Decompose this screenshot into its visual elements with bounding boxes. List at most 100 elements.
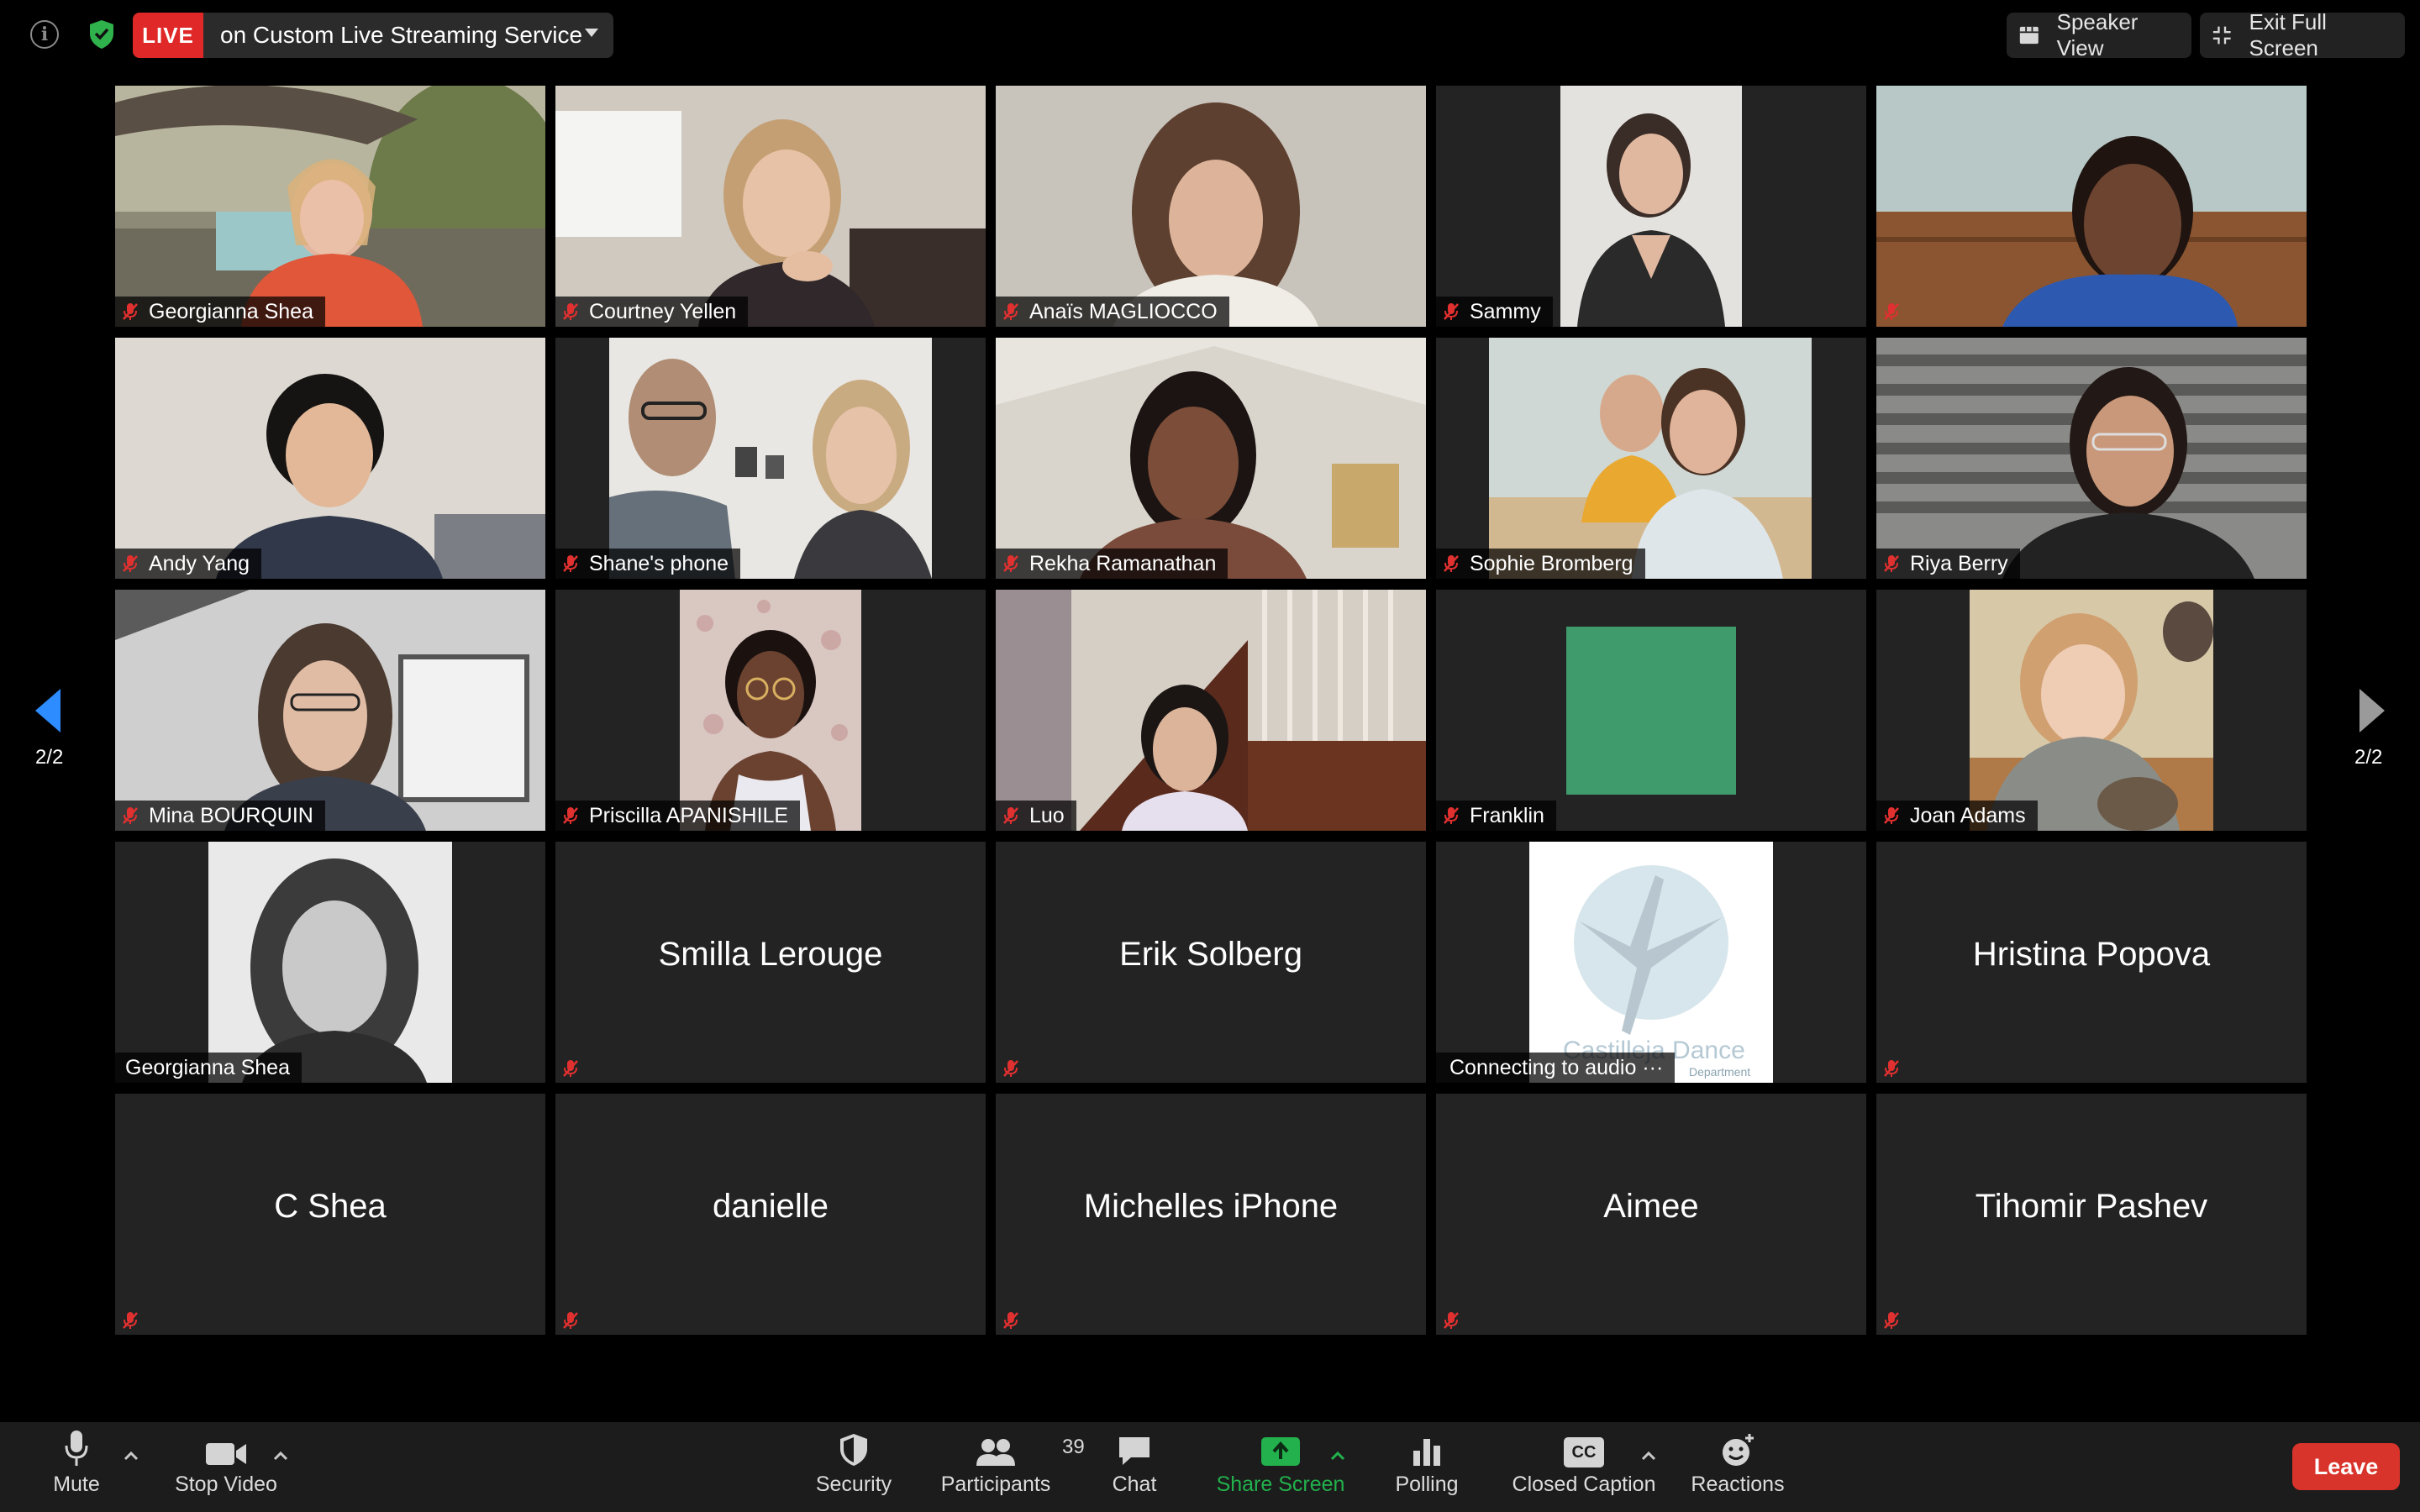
share-screen-icon [1261, 1437, 1300, 1466]
participant-name: Anaïs MAGLIOCCO [1029, 299, 1218, 323]
participant-tile[interactable]: Hristina Popova [1876, 842, 2307, 1083]
security-button[interactable]: Security [807, 1422, 901, 1512]
muted-mic-icon [1884, 1312, 1899, 1329]
previous-page-arrow-icon[interactable] [32, 687, 62, 734]
live-stream-indicator[interactable]: LIVE on Custom Live Streaming Service [133, 13, 613, 58]
participant-name: Mina BOURQUIN [149, 803, 313, 827]
participant-tile[interactable]: Mina BOURQUIN [115, 590, 545, 831]
participant-name-label: Sammy [1436, 297, 1553, 327]
speaker-view-icon [2019, 26, 2039, 45]
mute-options-chevron-icon[interactable] [121, 1447, 141, 1464]
share-options-chevron-icon[interactable] [1328, 1447, 1348, 1464]
participant-video [609, 338, 932, 579]
participant-tile[interactable]: Riya Berry [1876, 338, 2307, 579]
participant-video [1489, 338, 1812, 579]
participant-tile[interactable]: C Shea [115, 1094, 545, 1335]
reactions-button[interactable]: Reactions [1687, 1422, 1788, 1512]
participant-tile[interactable]: Sophie Bromberg [1436, 338, 1866, 579]
dance-department-logo: Castilleja Dance Department [1529, 842, 1773, 1083]
muted-mic-icon [1444, 303, 1459, 320]
participant-video [996, 86, 1426, 327]
muted-mic-icon [1884, 555, 1899, 572]
leave-button[interactable]: Leave [2292, 1443, 2400, 1490]
polling-chart-icon [1413, 1439, 1440, 1466]
security-label: Security [815, 1473, 892, 1496]
participant-tile[interactable]: Luo [996, 590, 1426, 831]
mute-button[interactable]: Mute [40, 1422, 113, 1512]
participant-tile[interactable]: Sammy [1436, 86, 1866, 327]
muted-mic-icon [1003, 807, 1018, 824]
video-camera-icon [206, 1443, 246, 1465]
speaker-view-button[interactable]: Speaker View [2007, 9, 2191, 60]
participant-name-label: Georgianna Shea [115, 297, 325, 327]
participant-name-label: Georgianna Shea [115, 1053, 302, 1083]
participant-name: Franklin [1470, 803, 1544, 827]
participant-tile[interactable]: Smilla Lerouge [555, 842, 986, 1083]
chat-bubble-icon [1119, 1437, 1150, 1465]
info-icon[interactable]: i [30, 20, 59, 49]
participant-tile[interactable]: Georgianna Shea [115, 86, 545, 327]
meeting-toolbar: Mute Stop Video Security 39 Participants… [0, 1422, 2420, 1512]
participant-name: Sophie Bromberg [1470, 551, 1634, 575]
participants-icon [976, 1439, 1015, 1466]
participant-name-label: Andy Yang [115, 549, 262, 579]
page-indicator-right: 2/2 [2354, 746, 2383, 769]
participant-name: Georgianna Shea [125, 1055, 290, 1079]
participant-tile[interactable]: Joan Adams [1876, 590, 2307, 831]
participant-name-label [1876, 297, 1922, 327]
participant-video [996, 590, 1426, 831]
closed-caption-button[interactable]: CC Closed Caption [1504, 1422, 1664, 1512]
participant-photo [208, 842, 452, 1083]
participant-name-label: Franklin [1436, 801, 1556, 831]
participant-name: Erik Solberg [1119, 936, 1302, 973]
next-page-arrow-icon[interactable] [2358, 687, 2388, 734]
participant-tile[interactable]: Anaïs MAGLIOCCO [996, 86, 1426, 327]
chevron-down-icon[interactable] [585, 29, 598, 37]
reactions-label: Reactions [1691, 1473, 1785, 1496]
participant-tile[interactable]: Aimee [1436, 1094, 1866, 1335]
closed-caption-icon: CC [1564, 1437, 1604, 1467]
muted-mic-icon [123, 807, 138, 824]
share-screen-button[interactable]: Share Screen [1210, 1422, 1351, 1512]
participant-tile[interactable] [1876, 86, 2307, 327]
caption-options-chevron-icon[interactable] [1639, 1447, 1659, 1464]
participant-name-label: Rekha Ramanathan [996, 549, 1228, 579]
muted-mic-icon [1444, 555, 1459, 572]
participant-video [996, 338, 1426, 579]
participants-button[interactable]: 39 Participants [933, 1422, 1085, 1512]
participant-tile[interactable]: Rekha Ramanathan [996, 338, 1426, 579]
muted-mic-icon [1003, 555, 1018, 572]
participant-tile[interactable]: Franklin [1436, 590, 1866, 831]
exit-full-screen-button[interactable]: Exit Full Screen [2200, 9, 2405, 60]
encryption-shield-icon[interactable] [87, 18, 116, 50]
participant-tile[interactable]: Michelles iPhone [996, 1094, 1426, 1335]
participant-tile[interactable]: Priscilla APANISHILE [555, 590, 986, 831]
emoji-reaction-icon [1723, 1434, 1754, 1466]
participant-name: Sammy [1470, 299, 1541, 323]
video-options-chevron-icon[interactable] [271, 1447, 291, 1464]
polling-button[interactable]: Polling [1385, 1422, 1469, 1512]
participant-tile[interactable]: danielle [555, 1094, 986, 1335]
muted-mic-icon [1003, 1312, 1018, 1329]
stop-video-button[interactable]: Stop Video [171, 1422, 281, 1512]
participants-label: Participants [940, 1473, 1051, 1496]
participant-tile[interactable]: Shane's phone [555, 338, 986, 579]
speaker-view-label: Speaker View [2056, 9, 2139, 60]
participant-tile[interactable]: Courtney Yellen [555, 86, 986, 327]
participant-name-label: Mina BOURQUIN [115, 801, 325, 831]
closed-caption-label: Closed Caption [1512, 1473, 1656, 1496]
participant-tile[interactable]: Erik Solberg [996, 842, 1426, 1083]
muted-mic-icon [1003, 1060, 1018, 1077]
participant-tile[interactable]: Tihomir Pashev [1876, 1094, 2307, 1335]
participant-name: Hristina Popova [1972, 936, 2211, 973]
participant-name: Shane's phone [589, 551, 729, 575]
exit-full-screen-icon [2212, 26, 2231, 45]
chat-button[interactable]: Chat [1092, 1422, 1176, 1512]
participant-name: Smilla Lerouge [658, 936, 883, 973]
muted-mic-icon [1444, 1312, 1459, 1329]
muted-mic-icon [123, 303, 138, 320]
participant-video [1560, 86, 1742, 327]
participant-tile[interactable]: Georgianna Shea [115, 842, 545, 1083]
participant-tile[interactable]: Castilleja Dance Department Connecting t… [1436, 842, 1866, 1083]
participant-tile[interactable]: Andy Yang [115, 338, 545, 579]
